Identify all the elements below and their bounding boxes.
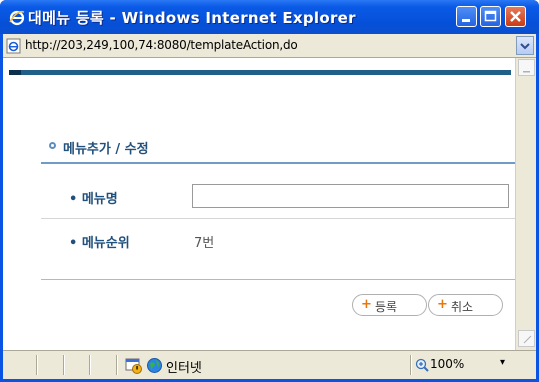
status-separator: [36, 355, 38, 375]
resize-grip-icon: [523, 335, 532, 344]
zoom-level-button[interactable]: 100%: [430, 357, 464, 371]
maximize-button[interactable]: [480, 6, 501, 27]
address-dropdown-button[interactable]: [516, 36, 534, 55]
vertical-scrollbar[interactable]: [515, 58, 536, 350]
protected-mode-icon[interactable]: [125, 357, 143, 374]
status-separator: [410, 355, 412, 375]
cancel-button[interactable]: + 취소: [428, 294, 503, 316]
window-title: 대메뉴 등록 - Windows Internet Explorer: [28, 9, 356, 27]
page-icon: [6, 38, 21, 54]
menu-order-label: • 메뉴순위: [69, 236, 130, 251]
cancel-button-label: 취소: [451, 300, 474, 314]
section-bullet-icon: [49, 142, 56, 149]
status-separator: [89, 355, 91, 375]
security-zone-label: 인터넷: [166, 361, 202, 376]
minimize-icon: [462, 19, 470, 22]
header-bar: [9, 70, 511, 75]
header-bar-accent: [9, 70, 21, 75]
address-url[interactable]: http://203,249,100,74:8080/templateActio…: [25, 38, 298, 52]
zoom-icon: [415, 358, 429, 372]
status-separator: [63, 355, 65, 375]
title-bar[interactable]: 대메뉴 등록 - Windows Internet Explorer: [0, 0, 539, 34]
browser-window: 대메뉴 등록 - Windows Internet Explorer http:…: [0, 0, 539, 382]
resize-grip[interactable]: [518, 330, 535, 347]
maximize-icon: [484, 10, 497, 22]
chevron-down-icon: [520, 43, 530, 50]
status-separator: [116, 355, 118, 375]
status-bar: 인터넷 100% ▾: [3, 350, 536, 379]
browser-frame: http://203,249,100,74:8080/templateActio…: [3, 34, 536, 379]
minimize-button[interactable]: [456, 6, 477, 27]
scroll-up-icon: [523, 71, 530, 73]
plus-icon: +: [361, 297, 372, 312]
row-divider: [41, 218, 515, 219]
close-icon: [510, 11, 521, 22]
plus-icon: +: [437, 297, 448, 312]
menu-order-value: 7번: [194, 236, 215, 251]
globe-icon: [147, 358, 162, 373]
menu-name-label: • 메뉴명: [69, 192, 118, 207]
zoom-dropdown-button[interactable]: ▾: [500, 357, 505, 368]
close-button[interactable]: [505, 6, 526, 27]
address-bar[interactable]: http://203,249,100,74:8080/templateActio…: [3, 34, 536, 58]
register-button-label: 등록: [375, 300, 398, 314]
register-button[interactable]: + 등록: [352, 294, 427, 316]
section-title: 메뉴추가 / 수정: [63, 142, 149, 157]
ie-logo-icon: [9, 10, 25, 26]
scroll-up-button[interactable]: [518, 59, 535, 76]
row-divider: [41, 279, 515, 280]
page-content: 메뉴추가 / 수정 • 메뉴명 • 메뉴순위 7번 + 등록 + 취소: [3, 58, 515, 350]
menu-name-input[interactable]: [192, 184, 509, 208]
section-divider: [41, 162, 515, 164]
